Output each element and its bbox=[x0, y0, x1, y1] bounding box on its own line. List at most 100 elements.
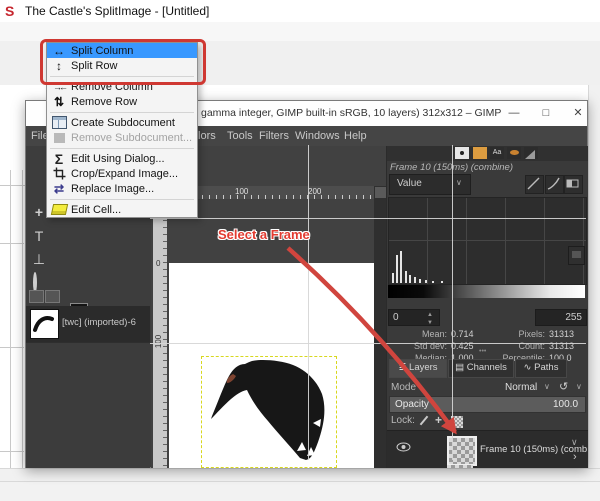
menu-item-replace-image[interactable]: ⇄ Replace Image... bbox=[47, 181, 197, 196]
lock-pixels-icon[interactable] bbox=[419, 415, 429, 426]
minimize-icon[interactable]: — bbox=[502, 101, 526, 126]
dock-tab-icons: Aa bbox=[387, 146, 588, 161]
ruler-label: 200 bbox=[308, 187, 322, 196]
ruler-label: 100 bbox=[235, 187, 249, 196]
close-icon[interactable]: ✕ bbox=[566, 101, 590, 126]
gimp-menu-filters[interactable]: Filters bbox=[259, 130, 289, 142]
gimp-menu-windows[interactable]: Windows bbox=[295, 130, 340, 142]
tab-paths[interactable]: ∿ Paths bbox=[515, 359, 567, 378]
remove-row-icon: ⇅ bbox=[53, 94, 65, 109]
menu-item-crop-expand-image[interactable]: Crop/Expand Image... bbox=[47, 166, 197, 181]
menu-item-remove-row[interactable]: ⇅ Remove Row bbox=[47, 94, 197, 109]
fonts-tab-icon[interactable]: Aa bbox=[490, 147, 504, 159]
opacity-value: 100.0 bbox=[553, 399, 579, 410]
layer-list: Frame 10 (150ms) (comb ∨ › bbox=[387, 430, 588, 468]
histogram-bar bbox=[441, 281, 443, 283]
tool-options-empty bbox=[26, 342, 150, 468]
transform-tool-icon[interactable]: T bbox=[30, 228, 48, 244]
align-tool-icon[interactable]: ⊥ bbox=[30, 251, 48, 268]
stat-label: Pixels: bbox=[518, 329, 545, 339]
histogram-bar bbox=[392, 273, 394, 283]
edit-cell-icon bbox=[47, 204, 71, 215]
histogram-bar bbox=[425, 280, 427, 283]
brushes-tab-icon[interactable] bbox=[507, 147, 521, 159]
linear-histogram-icon[interactable] bbox=[525, 175, 544, 194]
menu-item-label: Crop/Expand Image... bbox=[71, 167, 179, 180]
tab-layers-label: Layers bbox=[409, 362, 438, 373]
screen: S The Castle's SplitImage - [Untitled] S… bbox=[0, 0, 600, 501]
gimp-right-dock: Aa Frame 10 (150ms) (combine) Value ∨ 0 … bbox=[386, 146, 588, 468]
chevron-down-icon[interactable]: ∨ bbox=[576, 382, 582, 391]
histogram-bar bbox=[419, 279, 421, 283]
horizontal-ruler: 100 200 bbox=[167, 186, 386, 199]
ruler-label: 0 bbox=[156, 259, 161, 268]
app-titlebar: S The Castle's SplitImage - [Untitled] bbox=[0, 0, 600, 23]
menu-item-remove-subdocument: Remove Subdocument... bbox=[47, 130, 197, 145]
gimp-menu-help[interactable]: Help bbox=[344, 130, 367, 142]
gimp-title: gamma integer, GIMP built-in sRGB, 10 la… bbox=[201, 107, 502, 119]
tool-option-icon[interactable] bbox=[29, 290, 44, 303]
image-thumbnail[interactable] bbox=[30, 309, 59, 339]
expand-right-icon[interactable]: › bbox=[573, 451, 577, 463]
mode-value[interactable]: Normal bbox=[505, 382, 537, 393]
zoom-button-icon[interactable] bbox=[375, 187, 386, 198]
menu-item-label: Replace Image... bbox=[71, 182, 155, 195]
dock-collapse-icon[interactable] bbox=[568, 246, 585, 265]
scroll-down-icon[interactable]: ∨ bbox=[571, 437, 578, 448]
histogram-gradient bbox=[388, 285, 585, 298]
lock-position-icon[interactable]: + bbox=[435, 413, 442, 427]
guide-line-horizontal bbox=[150, 343, 586, 344]
layer-thumbnail-partial[interactable] bbox=[447, 465, 473, 468]
image-thumbnail-label: [twc] (imported)-6 bbox=[62, 317, 136, 328]
pointer-tab-icon[interactable] bbox=[455, 147, 469, 159]
menu-item-label: Edit Using Dialog... bbox=[71, 152, 165, 165]
image-thumbnail-panel: [twc] (imported)-6 bbox=[26, 306, 150, 342]
annotation-select-frame: Select a Frame bbox=[218, 227, 310, 242]
chevron-down-icon: ∨ bbox=[456, 178, 462, 187]
grid-line bbox=[0, 451, 24, 452]
stat-label: Mean: bbox=[421, 329, 447, 339]
reset-icon[interactable]: ↺ bbox=[559, 380, 568, 393]
menu-item-edit-using-dialog[interactable]: Σ Edit Using Dialog... bbox=[47, 151, 197, 167]
layers-tab-icon: ≣ bbox=[398, 362, 407, 373]
lock-label: Lock: bbox=[391, 415, 415, 426]
app-logo-icon: S bbox=[5, 3, 15, 19]
bird-image bbox=[211, 360, 325, 460]
range-high-input[interactable]: 255 bbox=[535, 309, 587, 326]
horizontal-scrollbar[interactable]: ◀ ▶ bbox=[0, 468, 600, 482]
menu-item-label: Remove Subdocument... bbox=[71, 131, 193, 144]
menu-item-edit-cell[interactable]: Edit Cell... bbox=[47, 202, 197, 217]
gimp-menu-tools[interactable]: Tools bbox=[227, 130, 253, 142]
histogram-plot bbox=[388, 197, 587, 285]
histogram-bar bbox=[400, 251, 402, 283]
guide-line-vertical bbox=[452, 145, 453, 460]
opacity-label: Opacity bbox=[395, 399, 429, 410]
eye-icon[interactable] bbox=[396, 442, 411, 452]
colors-tab-icon[interactable] bbox=[473, 147, 487, 159]
chevron-down-icon[interactable]: ∨ bbox=[544, 382, 550, 391]
channels-tab-icon: ▤ bbox=[455, 362, 465, 373]
menu-item-create-subdocument[interactable]: Create Subdocument bbox=[47, 115, 197, 130]
crop-icon bbox=[47, 167, 71, 180]
panel-handle-icon[interactable]: ••• bbox=[479, 348, 486, 355]
vertical-scrollbar[interactable]: ▲ ▼ bbox=[588, 85, 600, 468]
histogram-tab-icon[interactable] bbox=[524, 147, 538, 159]
range-high-value: 255 bbox=[565, 312, 582, 323]
log-histogram-icon[interactable] bbox=[545, 175, 564, 194]
opacity-slider[interactable]: Opacity 100.0 bbox=[389, 396, 586, 413]
channel-select-value: Value bbox=[397, 178, 422, 189]
histogram-bar bbox=[405, 271, 407, 283]
menu-separator bbox=[47, 196, 197, 202]
compact-view-icon[interactable] bbox=[564, 175, 583, 194]
maximize-icon[interactable]: □ bbox=[534, 101, 558, 126]
range-low-input[interactable]: 0 ▲ ▼ bbox=[388, 309, 440, 326]
canvas-right-strip bbox=[374, 186, 386, 468]
tab-layers[interactable]: ≣ Layers bbox=[389, 359, 447, 378]
tool-option-icon[interactable] bbox=[45, 290, 60, 303]
channel-select[interactable]: Value ∨ bbox=[389, 174, 471, 195]
menu-separator bbox=[47, 109, 197, 115]
histogram-bar bbox=[432, 281, 434, 283]
tab-channels[interactable]: ▤ Channels bbox=[448, 359, 514, 378]
tab-paths-label: Paths bbox=[534, 362, 559, 373]
menu-item-label: Remove Row bbox=[71, 95, 138, 108]
